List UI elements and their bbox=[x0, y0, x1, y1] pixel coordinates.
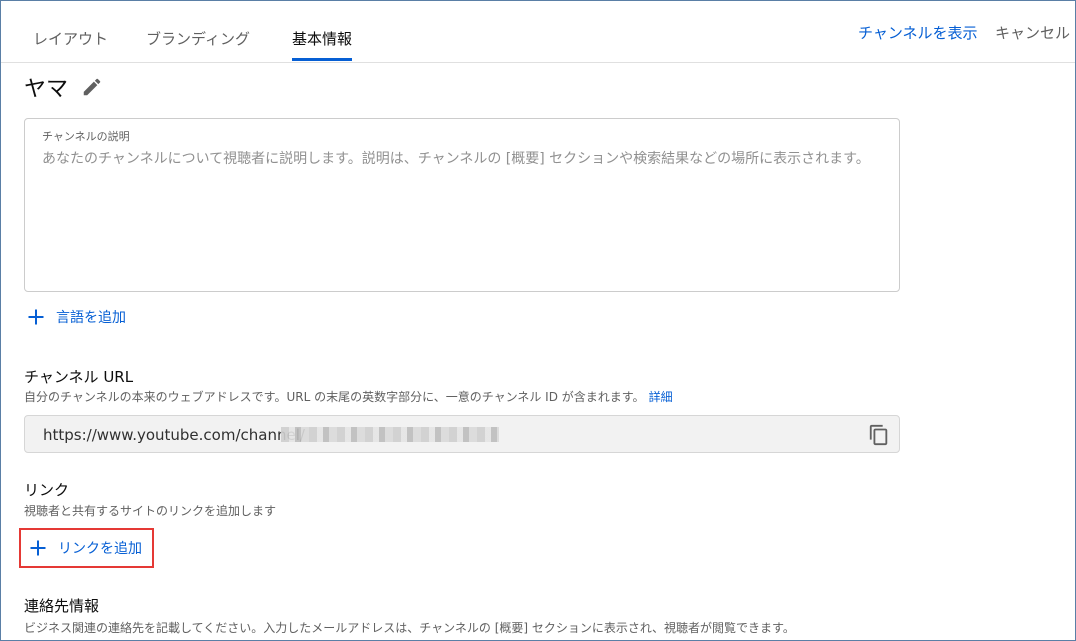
channel-url-value: https://www.youtube.com/channel/ bbox=[43, 426, 305, 444]
tab-bar: レイアウト ブランディング 基本情報 チャンネルを表示 キャンセル bbox=[1, 1, 1075, 63]
pencil-icon[interactable] bbox=[81, 76, 103, 98]
tab-branding[interactable]: ブランディング bbox=[146, 28, 250, 49]
channel-name: ヤマ bbox=[24, 77, 69, 102]
add-link-label: リンクを追加 bbox=[58, 541, 142, 557]
add-language-button[interactable]: 言語を追加 bbox=[27, 307, 126, 327]
channel-url-title: チャンネル URL bbox=[24, 368, 134, 386]
description-textarea[interactable]: チャンネルの説明 あなたのチャンネルについて視聴者に説明します。説明は、チャンネ… bbox=[24, 118, 900, 292]
description-placeholder: あなたのチャンネルについて視聴者に説明します。説明は、チャンネルの [概要] セ… bbox=[42, 151, 870, 167]
description-label: チャンネルの説明 bbox=[42, 130, 130, 143]
channel-url-description: 自分のチャンネルの本来のウェブアドレスです。URL の末尾の英数字部分に、一意の… bbox=[24, 388, 673, 405]
add-link-button[interactable]: リンクを追加 bbox=[19, 528, 154, 568]
channel-url-field: https://www.youtube.com/channel/ bbox=[24, 415, 900, 453]
add-language-label: 言語を追加 bbox=[56, 310, 126, 326]
copy-icon[interactable] bbox=[868, 423, 890, 447]
plus-icon bbox=[28, 309, 44, 325]
channel-url-description-text: 自分のチャンネルの本来のウェブアドレスです。URL の末尾の英数字部分に、一意の… bbox=[24, 390, 645, 404]
editor-frame: レイアウト ブランディング 基本情報 チャンネルを表示 キャンセル ヤマ チャン… bbox=[0, 0, 1076, 641]
learn-more-link[interactable]: 詳細 bbox=[649, 390, 673, 404]
contact-info-title: 連絡先情報 bbox=[24, 597, 100, 615]
links-title: リンク bbox=[24, 481, 70, 499]
view-channel-link[interactable]: チャンネルを表示 bbox=[858, 22, 978, 43]
redacted-channel-id bbox=[281, 427, 499, 442]
tab-layout[interactable]: レイアウト bbox=[33, 28, 108, 49]
tab-basic-info[interactable]: 基本情報 bbox=[292, 28, 352, 49]
channel-name-row: ヤマ bbox=[24, 73, 103, 102]
contact-info-description: ビジネス関連の連絡先を記載してください。入力したメールアドレスは、チャンネルの … bbox=[24, 621, 795, 635]
cancel-button[interactable]: キャンセル bbox=[995, 22, 1070, 43]
active-tab-indicator bbox=[292, 58, 352, 61]
plus-icon bbox=[30, 540, 46, 556]
links-description: 視聴者と共有するサイトのリンクを追加します bbox=[24, 504, 277, 518]
